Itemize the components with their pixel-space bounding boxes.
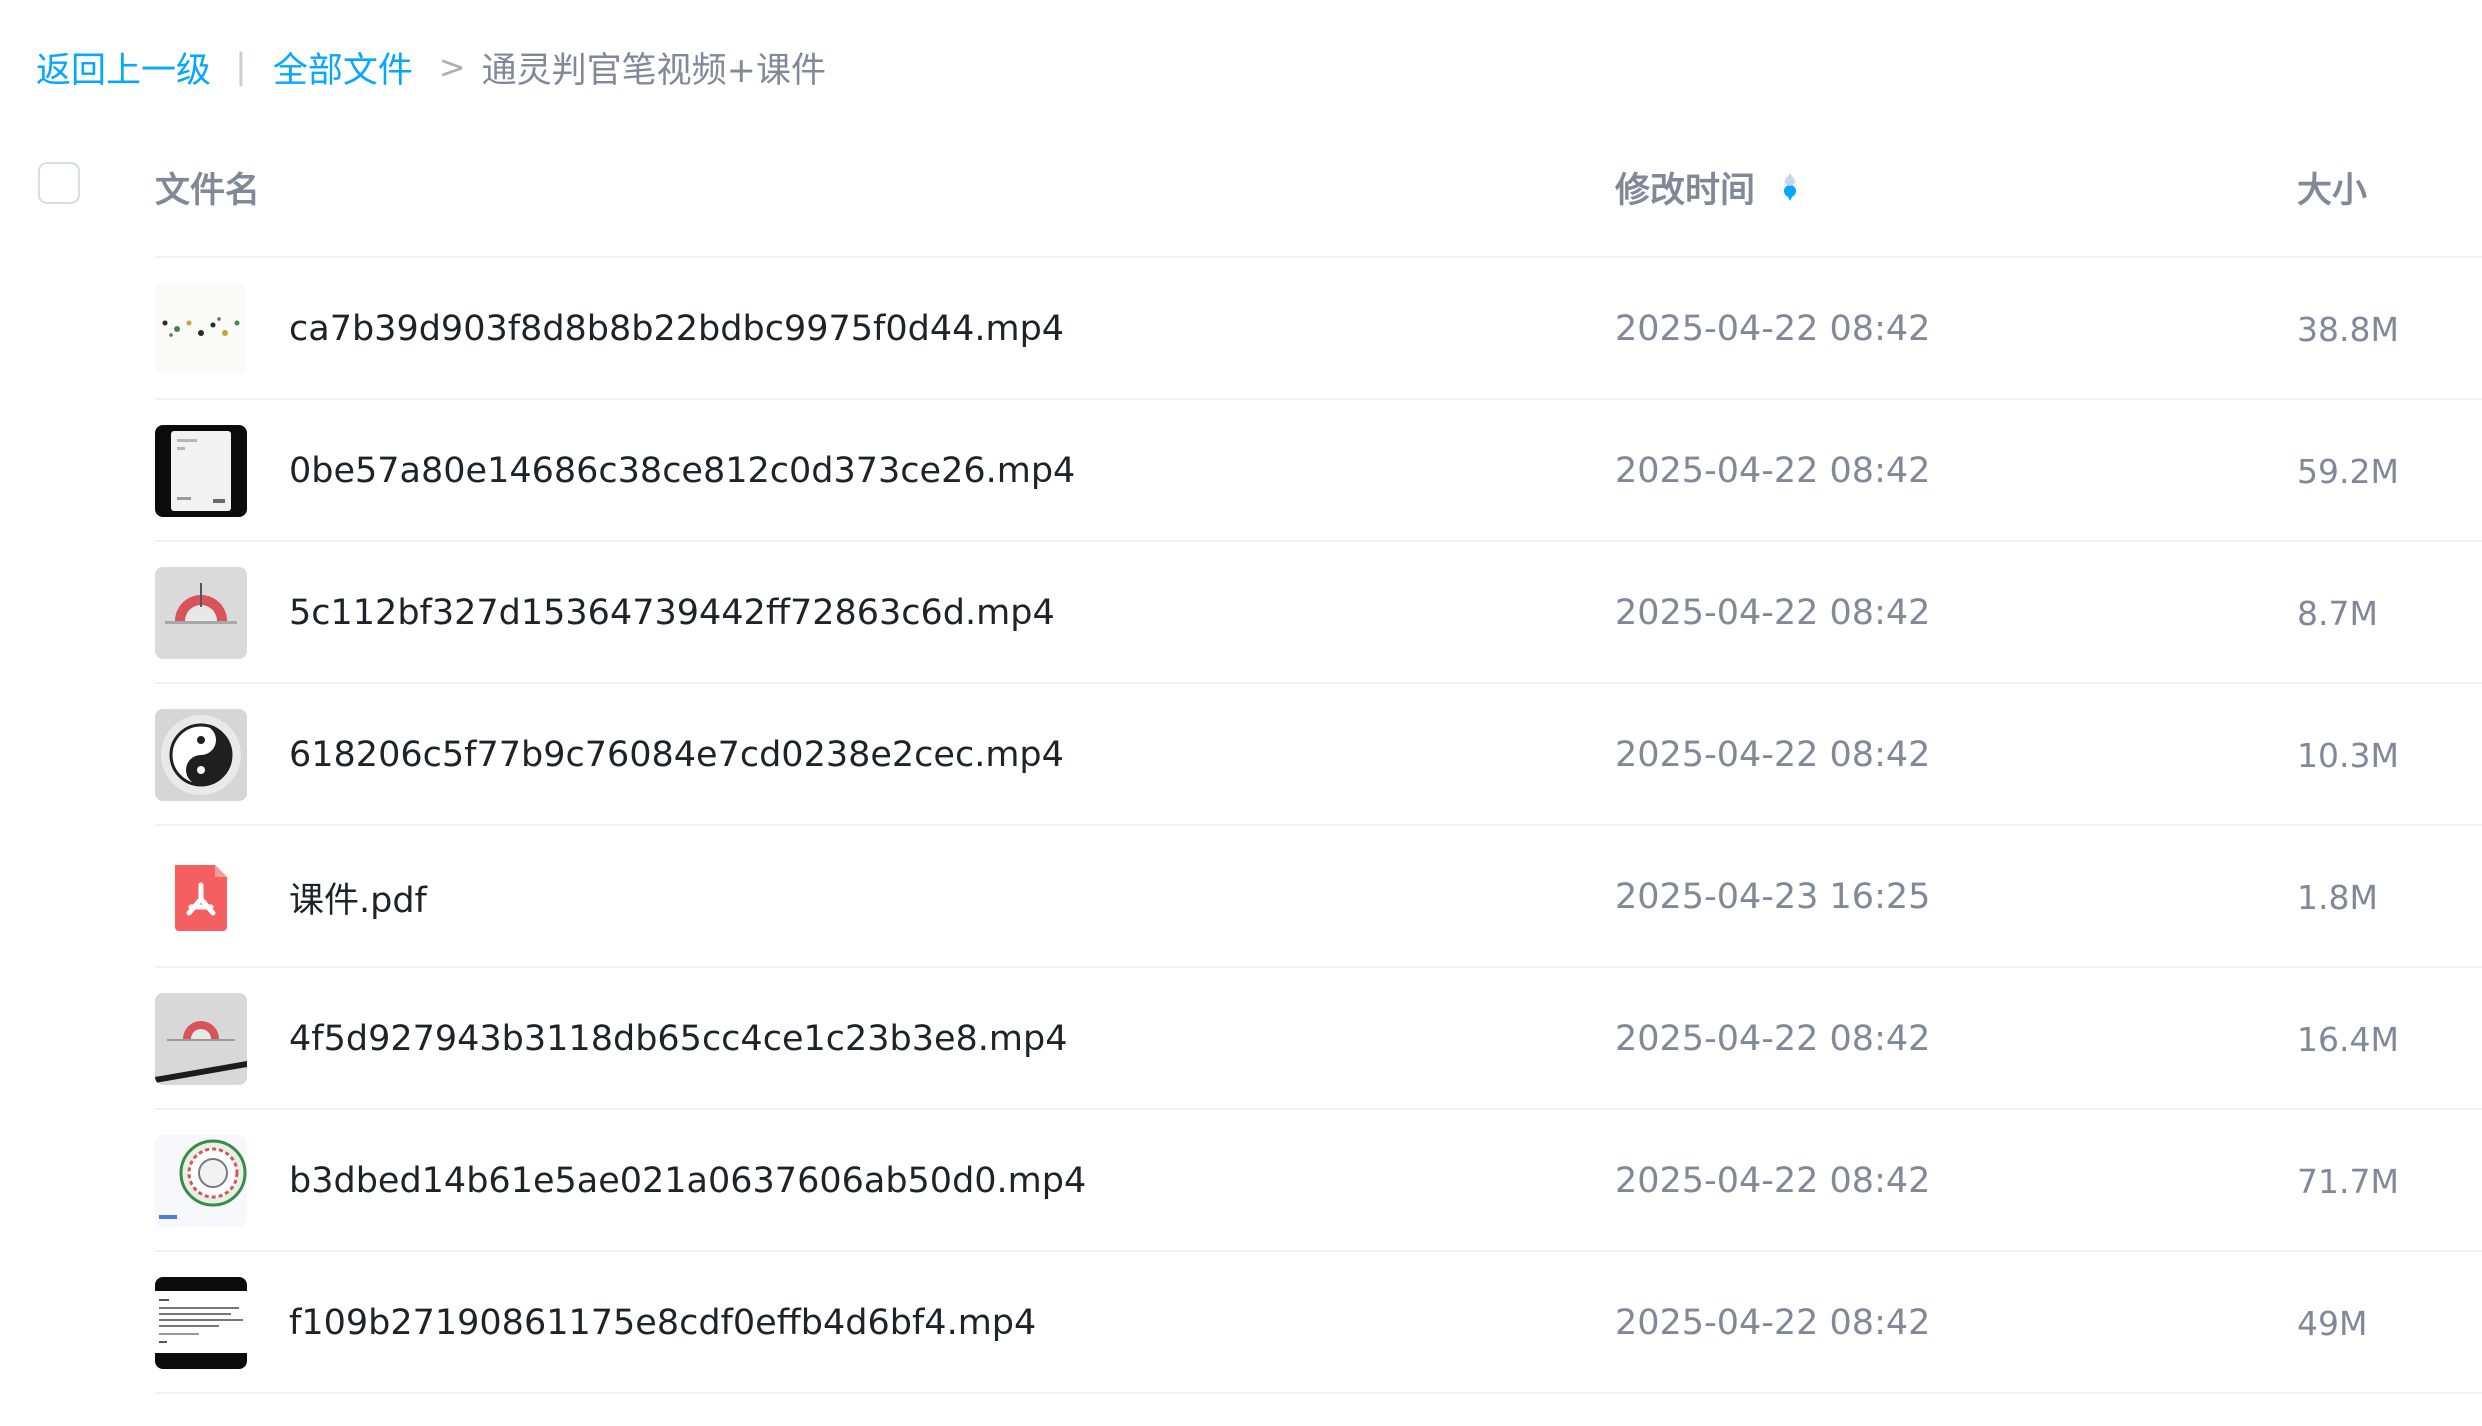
file-row[interactable]: 5c112bf327d15364739442ff72863c6d.mp4 202… [0, 542, 2482, 684]
column-header-name[interactable]: 文件名 [155, 152, 260, 222]
file-name[interactable]: b3dbed14b61e5ae021a0637606ab50d0.mp4 [289, 1110, 1086, 1252]
file-size: 59.2M [2297, 451, 2399, 491]
file-name[interactable]: f109b27190861175e8cdf0effb4d6bf4.mp4 [289, 1252, 1036, 1394]
sort-descending-icon[interactable] [1781, 169, 1799, 205]
file-row[interactable]: f109b27190861175e8cdf0effb4d6bf4.mp4 202… [0, 1252, 2482, 1394]
current-folder-name: 通灵判官笔视频+课件 [481, 50, 826, 91]
file-name[interactable]: 618206c5f77b9c76084e7cd0238e2cec.mp4 [289, 684, 1064, 826]
breadcrumb-separator: > [438, 48, 466, 86]
file-modified-time: 2025-04-22 08:42 [1615, 1019, 1931, 1059]
file-size: 71.7M [2297, 1161, 2399, 1201]
file-row[interactable]: 课件.pdf 2025-04-23 16:25 1.8M [0, 826, 2482, 968]
video-thumbnail-icon [155, 1135, 247, 1227]
file-row[interactable]: 0be57a80e14686c38ce812c0d373ce26.mp4 202… [0, 400, 2482, 542]
file-modified-time: 2025-04-22 08:42 [1615, 593, 1931, 633]
file-name[interactable]: ca7b39d903f8d8b8b22bdbc9975f0d44.mp4 [289, 258, 1064, 400]
file-row[interactable]: 618206c5f77b9c76084e7cd0238e2cec.mp4 202… [0, 684, 2482, 826]
file-size: 1.8M [2297, 877, 2378, 917]
video-thumbnail-icon [155, 283, 247, 375]
column-header-modified[interactable]: 修改时间 [1615, 152, 1799, 222]
pdf-file-icon [155, 851, 247, 943]
column-header-modified-label: 修改时间 [1615, 170, 1756, 211]
file-size: 8.7M [2297, 593, 2378, 633]
file-size: 10.3M [2297, 735, 2399, 775]
column-header-name-label: 文件名 [155, 170, 261, 211]
video-thumbnail-icon [155, 567, 247, 659]
column-header-size-label: 大小 [2297, 170, 2368, 211]
file-row[interactable]: ca7b39d903f8d8b8b22bdbc9975f0d44.mp4 202… [0, 258, 2482, 400]
breadcrumb-divider: | [235, 47, 247, 87]
video-thumbnail-icon [155, 425, 247, 517]
file-modified-time: 2025-04-23 16:25 [1615, 877, 1931, 917]
video-thumbnail-icon [155, 993, 247, 1085]
file-row[interactable]: b3dbed14b61e5ae021a0637606ab50d0.mp4 202… [0, 1110, 2482, 1252]
file-modified-time: 2025-04-22 08:42 [1615, 451, 1931, 491]
file-modified-time: 2025-04-22 08:42 [1615, 735, 1931, 775]
back-link[interactable]: 返回上一级 [36, 42, 211, 93]
file-table-header: 文件名 修改时间 大小 [0, 152, 2482, 258]
file-size: 16.4M [2297, 1019, 2399, 1059]
column-header-size[interactable]: 大小 [2297, 152, 2367, 222]
video-thumbnail-icon [155, 709, 247, 801]
file-modified-time: 2025-04-22 08:42 [1615, 1303, 1931, 1343]
all-files-link[interactable]: 全部文件 [273, 42, 413, 93]
file-size: 49M [2297, 1303, 2368, 1343]
file-name[interactable]: 0be57a80e14686c38ce812c0d373ce26.mp4 [289, 400, 1075, 542]
file-name[interactable]: 4f5d927943b3118db65cc4ce1c23b3e8.mp4 [289, 968, 1068, 1110]
file-name[interactable]: 课件.pdf [289, 826, 427, 968]
file-modified-time: 2025-04-22 08:42 [1615, 1161, 1931, 1201]
file-name[interactable]: 5c112bf327d15364739442ff72863c6d.mp4 [289, 542, 1055, 684]
file-size: 38.8M [2297, 309, 2399, 349]
file-modified-time: 2025-04-22 08:42 [1615, 309, 1931, 349]
breadcrumb: 返回上一级 | 全部文件 > 通灵判官笔视频+课件 [36, 40, 826, 94]
file-list: ca7b39d903f8d8b8b22bdbc9975f0d44.mp4 202… [0, 258, 2482, 1394]
select-all-checkbox[interactable] [38, 162, 80, 204]
video-thumbnail-icon [155, 1277, 247, 1369]
file-row[interactable]: 4f5d927943b3118db65cc4ce1c23b3e8.mp4 202… [0, 968, 2482, 1110]
